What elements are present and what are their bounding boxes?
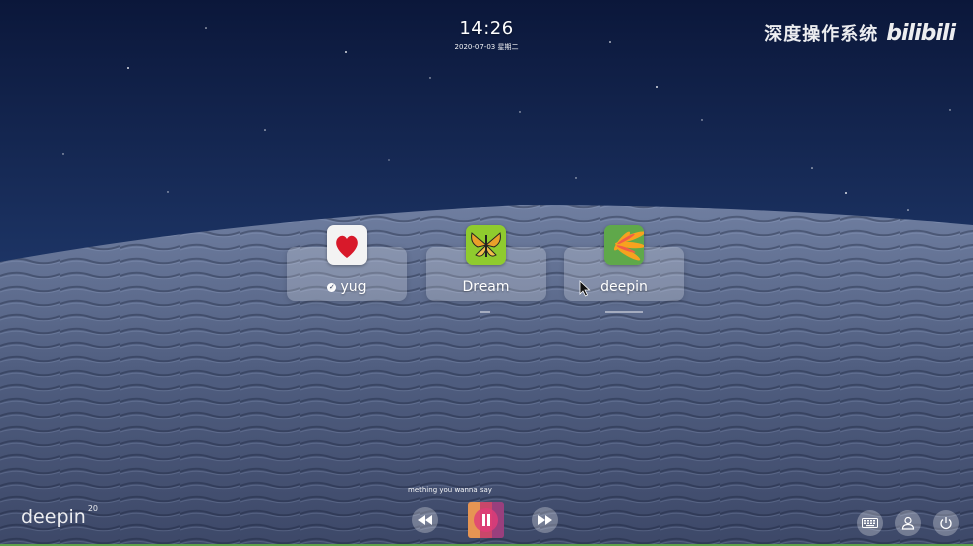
butterfly-avatar [466, 225, 506, 265]
page-indicator [480, 311, 490, 313]
current-user-check-icon: ✓ [327, 282, 337, 292]
user-card-dream[interactable]: Dream [426, 225, 546, 301]
channel-watermark: 深度操作系统 bilibili [764, 20, 956, 46]
power-button[interactable] [933, 510, 959, 536]
pause-icon [482, 514, 490, 526]
rewind-icon [418, 515, 432, 525]
user-name: Dream [462, 279, 510, 295]
heart-avatar [327, 225, 367, 265]
power-icon [940, 517, 952, 530]
watermark-text: 深度操作系统 [764, 24, 879, 45]
fast-forward-icon [538, 515, 552, 525]
song-title: mething you wanna say [408, 486, 492, 494]
system-tray [857, 510, 959, 536]
user-switch-icon [901, 516, 915, 530]
keyboard-layout-button[interactable] [857, 510, 883, 536]
media-player: mething you wanna say [408, 484, 568, 544]
bilibili-logo: bilibili [886, 20, 956, 46]
previous-track-button[interactable] [412, 507, 438, 533]
page-indicator-active [605, 311, 643, 313]
deepin-logo: deepin 20 [21, 504, 99, 528]
switch-user-button[interactable] [895, 510, 921, 536]
user-card-yug[interactable]: ✓ yug [287, 225, 407, 301]
keyboard-icon [862, 518, 878, 528]
next-track-button[interactable] [532, 507, 558, 533]
pause-button[interactable] [474, 508, 498, 532]
user-name: ✓ yug [327, 279, 367, 295]
user-list: ✓ yug Dream deepin [287, 222, 687, 322]
flower-avatar [604, 225, 644, 265]
mouse-cursor-icon [579, 280, 591, 297]
